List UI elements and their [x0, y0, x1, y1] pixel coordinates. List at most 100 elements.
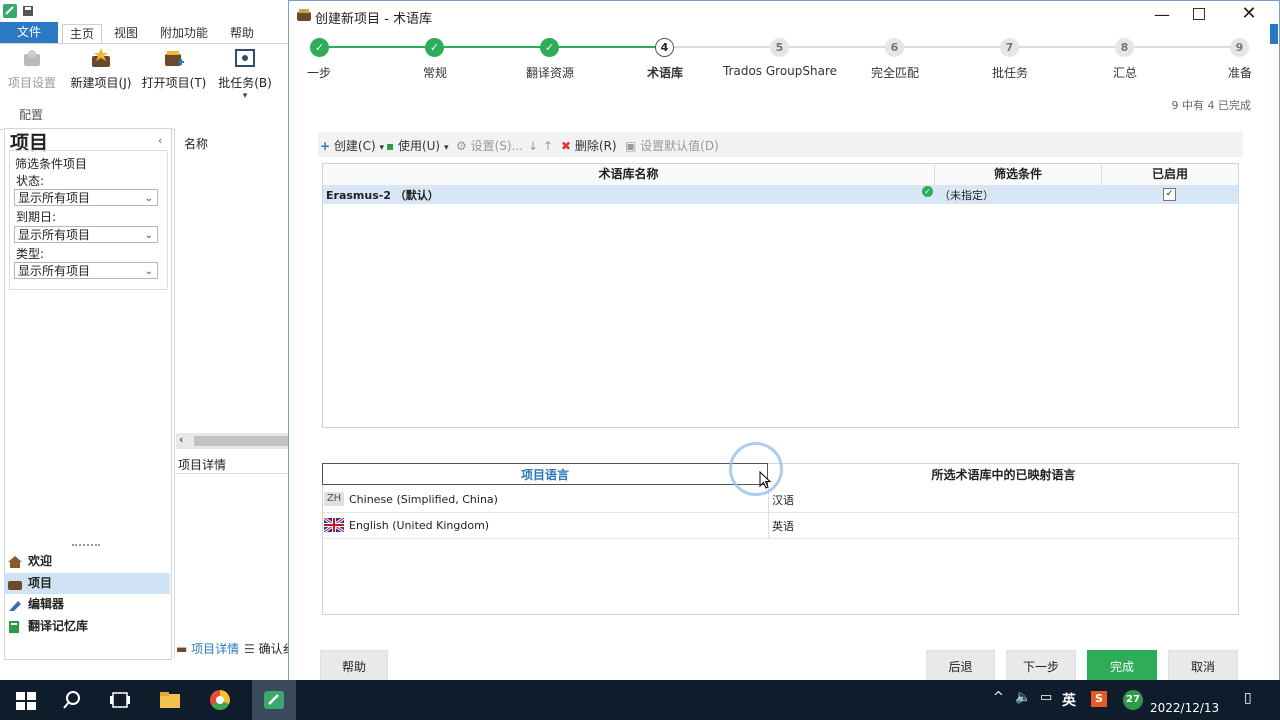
trados-app-icon[interactable] [262, 688, 286, 712]
nav-item-label: 欢迎 [28, 554, 53, 568]
show-hidden-icons-icon[interactable]: ^ [993, 690, 1004, 705]
ime-indicator[interactable]: 英 [1062, 690, 1076, 710]
type-filter-label: 类型: [16, 247, 45, 261]
progress-line-todo [665, 46, 1241, 48]
browser-icon[interactable] [208, 688, 232, 712]
step-4-label[interactable]: 术语库 [605, 64, 725, 81]
step-2-check-icon[interactable]: ✓ [425, 38, 444, 57]
step-5-label[interactable]: Trados GroupShare [720, 64, 840, 78]
tab-view[interactable]: 视图 [108, 24, 144, 43]
step-3-check-icon[interactable]: ✓ [540, 38, 559, 57]
tab-addons[interactable]: 附加功能 [154, 24, 214, 43]
step-2-label[interactable]: 常规 [375, 64, 495, 81]
details-header-label: 项目详情 [178, 458, 227, 472]
volume-icon[interactable]: 🔈 [1015, 690, 1031, 705]
nav-item-projects[interactable]: 项目 [4, 573, 170, 594]
delete-icon: ✖ [561, 139, 572, 153]
delete-button[interactable]: ✖ 删除(R) [561, 138, 617, 154]
column-header-mapped-language[interactable]: 所选术语库中的已映射语言 [769, 464, 1238, 486]
column-header-enabled[interactable]: 已启用 [1102, 164, 1238, 185]
filter-group-label: 筛选条件项目 [15, 157, 88, 171]
column-header-name[interactable]: 名称 [184, 135, 208, 152]
tab-file[interactable]: 文件 [0, 22, 58, 43]
step-5-indicator[interactable]: 5 [770, 38, 789, 57]
step-1-check-icon[interactable]: ✓ [310, 38, 329, 57]
step-8-label[interactable]: 汇总 [1065, 64, 1185, 81]
tab-help[interactable]: 帮助 [224, 24, 260, 43]
save-icon[interactable] [22, 5, 34, 17]
windows-start-icon[interactable] [14, 688, 38, 712]
new-project-button[interactable]: 新建项目(J) [68, 48, 134, 91]
mapped-language-cell[interactable]: 英语 [772, 518, 794, 534]
status-filter-select[interactable]: 显示所有项目 ⌄ [14, 189, 158, 206]
step-7-label[interactable]: 批任务 [950, 64, 1070, 81]
open-project-button[interactable]: 打开项目(T) [140, 48, 208, 91]
action-center-icon[interactable]: ▯ [1244, 690, 1252, 706]
collapse-panel-icon[interactable]: ‹ [158, 134, 162, 147]
network-icon[interactable]: ▭ [1040, 690, 1052, 705]
project-settings-button[interactable]: 项目设置 [4, 48, 60, 91]
finish-button[interactable]: 完成 [1087, 650, 1157, 682]
help-button[interactable]: 帮助 [320, 650, 388, 682]
create-button[interactable]: + 创建(C) ▾ [320, 138, 384, 156]
delete-label: 删除(R) [574, 139, 617, 153]
close-button[interactable]: ✕ [1239, 3, 1259, 24]
settings-button[interactable]: ⚙ 设置(S)... [456, 138, 523, 154]
settings-label: 设置(S)... [470, 139, 524, 153]
clock-date[interactable]: 2022/12/13 [1150, 701, 1219, 715]
table-row[interactable] [323, 185, 1238, 204]
termbase-icon: ▪ [386, 139, 395, 153]
next-button[interactable]: 下一步 [1006, 650, 1076, 682]
step-1-label[interactable]: 一步 [259, 64, 379, 81]
step-8-indicator[interactable]: 8 [1115, 38, 1134, 57]
chevron-down-icon: ⌄ [144, 266, 153, 277]
task-view-icon[interactable] [108, 688, 132, 712]
step-9-indicator[interactable]: 9 [1230, 38, 1249, 57]
nav-item-welcome[interactable]: 欢迎 [4, 551, 170, 572]
enabled-checkbox[interactable]: ✓ [1163, 188, 1176, 201]
chevron-down-icon: ⌄ [144, 230, 153, 241]
set-default-label: 设置默认值(D) [640, 139, 719, 153]
projects-list-panel [174, 128, 291, 658]
bottom-tab-project-details[interactable]: ▬ 项目详情 [176, 640, 239, 657]
tab-home[interactable]: 主页 [62, 24, 102, 44]
horizontal-scrollbar[interactable]: ‹ [176, 433, 288, 449]
step-6-label[interactable]: 完全匹配 [835, 64, 955, 81]
cancel-button[interactable]: 取消 [1168, 650, 1238, 682]
splitter-handle[interactable] [72, 544, 100, 549]
back-button[interactable]: 后退 [926, 650, 995, 682]
move-down-button[interactable]: ↓ [528, 138, 538, 154]
projects-icon: ▬ [176, 642, 188, 656]
minimize-button[interactable]: — [1147, 5, 1177, 24]
file-explorer-icon[interactable] [158, 688, 182, 712]
nav-item-translation-memories[interactable]: 翻译记忆库 [4, 616, 170, 637]
nav-item-editor[interactable]: 编辑器 [4, 594, 170, 615]
scrollbar-thumb[interactable] [194, 436, 288, 446]
step-4-indicator[interactable]: 4 [655, 38, 674, 57]
projects-icon [8, 580, 22, 590]
maximize-button[interactable] [1193, 8, 1205, 20]
nav-item-label: 编辑器 [28, 597, 65, 611]
column-header-project-language[interactable]: 项目语言 [322, 463, 768, 485]
nav-item-label: 项目 [28, 576, 53, 590]
search-icon[interactable] [60, 688, 84, 712]
column-header-termbase-name[interactable]: 术语库名称 [323, 164, 935, 185]
mapped-language-cell[interactable]: 汉语 [772, 492, 794, 508]
step-3-label[interactable]: 翻译资源 [490, 64, 610, 81]
translation-memory-icon [9, 620, 19, 633]
move-up-button[interactable]: ↑ [543, 138, 553, 154]
notification-badge[interactable]: 27 [1123, 690, 1143, 710]
set-default-button[interactable]: ▣ 设置默认值(D) [625, 138, 719, 154]
list-icon: ☰ [244, 642, 255, 656]
ribbon-group-label: 配置 [19, 108, 44, 122]
sogou-icon[interactable]: S [1091, 691, 1107, 707]
scroll-left-icon[interactable]: ‹ [179, 433, 183, 446]
type-filter-select[interactable]: 显示所有项目 ⌄ [14, 262, 158, 279]
due-date-filter-select[interactable]: 显示所有项目 ⌄ [14, 226, 158, 243]
step-6-indicator[interactable]: 6 [885, 38, 904, 57]
batch-tasks-icon [235, 49, 255, 67]
use-button[interactable]: ▪ 使用(U) ▾ [386, 138, 448, 156]
step-7-indicator[interactable]: 7 [1000, 38, 1019, 57]
column-header-filter[interactable]: 筛选条件 [935, 164, 1102, 185]
step-9-label[interactable]: 准备 [1180, 64, 1280, 81]
